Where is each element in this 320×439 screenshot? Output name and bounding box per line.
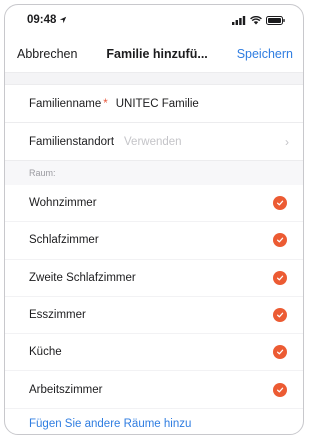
room-item-wohnzimmer[interactable]: Wohnzimmer [5,185,303,223]
location-arrow-icon [60,16,67,24]
checkmark-icon[interactable] [273,196,287,211]
checkmark-icon[interactable] [273,270,287,285]
section-spacer [5,73,303,85]
cellular-signal-icon [232,15,246,25]
room-label: Wohnzimmer [29,197,97,210]
room-label: Arbeitszimmer [29,383,103,396]
room-item-schlafzimmer[interactable]: Schlafzimmer [5,222,303,260]
room-item-zweite-schlafzimmer[interactable]: Zweite Schlafzimmer [5,260,303,297]
family-name-row[interactable]: Familienname * UNITEC Familie [5,85,303,123]
room-label: Schlafzimmer [29,234,99,247]
checkmark-icon[interactable] [273,345,287,360]
battery-icon [266,15,285,25]
family-location-row[interactable]: Familienstandort Verwenden › [5,123,303,161]
status-bar: 09:48 [5,5,303,35]
room-item-arbeitszimmer[interactable]: Arbeitszimmer [5,371,303,409]
required-indicator: * [103,97,108,110]
wifi-icon [250,15,262,24]
phone-screen: 09:48 Abbrechen Familie hinzufü... Speic… [4,4,304,435]
family-location-label: Familienstandort [29,135,115,148]
room-item-esszimmer[interactable]: Esszimmer [5,297,303,335]
family-location-placeholder: Verwenden [124,135,182,148]
room-label: Küche [29,346,62,359]
chevron-right-icon: › [285,134,289,149]
status-icons [232,15,285,25]
checkmark-icon[interactable] [273,308,287,323]
checkmark-icon[interactable] [273,233,287,248]
checkmark-icon[interactable] [273,382,287,397]
rooms-section-header: Raum: [5,161,303,185]
save-button[interactable]: Speichern [237,47,293,61]
cancel-button[interactable]: Abbrechen [17,47,77,61]
page-title: Familie hinzufü... [106,46,208,61]
room-label: Esszimmer [29,309,86,322]
status-time-text: 09:48 [27,14,57,26]
room-item-kueche[interactable]: Küche [5,334,303,372]
family-name-input[interactable]: UNITEC Familie [116,98,199,110]
navigation-bar: Abbrechen Familie hinzufü... Speichern [5,35,303,73]
room-label: Zweite Schlafzimmer [29,271,136,284]
status-time: 09:48 [27,14,67,26]
family-name-label: Familienname [29,97,102,110]
add-other-rooms-link[interactable]: Fügen Sie andere Räume hinzu [5,409,303,434]
